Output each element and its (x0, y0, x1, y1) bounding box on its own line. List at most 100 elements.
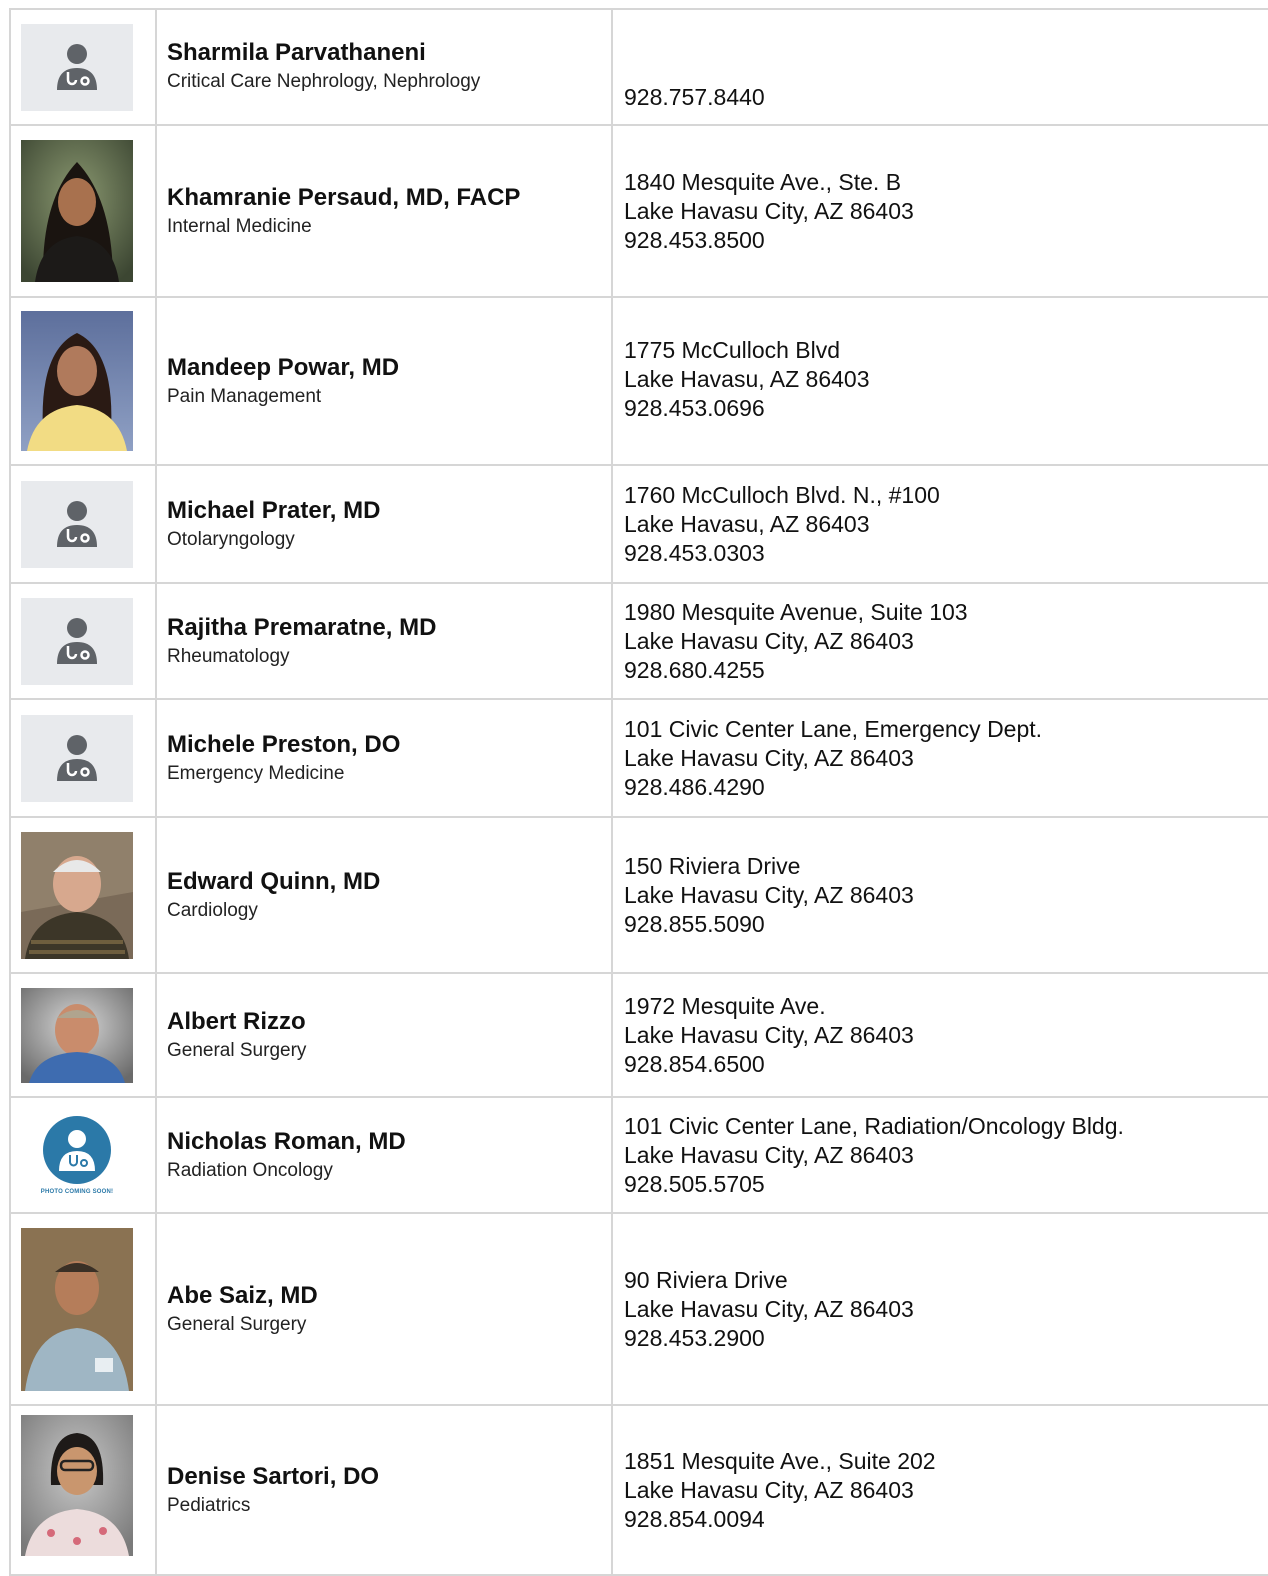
phone-number[interactable]: 928.680.4255 (624, 656, 1268, 685)
photo-cell: PHOTO COMING SOON! (9, 1096, 157, 1214)
city-line: Lake Havasu City, AZ 86403 (624, 627, 914, 654)
address-line: 101 Civic Center Lane, Emergency Dept. (624, 715, 1043, 742)
name-cell: Albert Rizzo General Surgery (155, 972, 613, 1098)
phone-number[interactable]: 928.453.0696 (624, 394, 1268, 423)
doctor-name[interactable]: Khamranie Persaud, MD, FACP (167, 183, 611, 213)
table-row: Michele Preston, DO Emergency Medicine 1… (9, 698, 1268, 818)
table-row: Edward Quinn, MD Cardiology 150 Riviera … (9, 816, 1268, 974)
name-cell: Michael Prater, MD Otolaryngology (155, 464, 613, 584)
doctor-name[interactable]: Edward Quinn, MD (167, 867, 611, 897)
name-cell: Nicholas Roman, MD Radiation Oncology (155, 1096, 613, 1214)
table-row: Rajitha Premaratne, MD Rheumatology 1980… (9, 582, 1268, 700)
doctor-specialty: Rheumatology (167, 646, 290, 667)
phone-number[interactable]: 928.453.2900 (624, 1324, 1268, 1353)
doctor-specialty: Pediatrics (167, 1495, 251, 1516)
photo-cell (9, 464, 157, 584)
city-line: Lake Havasu City, AZ 86403 (624, 1141, 914, 1168)
photo-cell (9, 124, 157, 298)
address-line: 1840 Mesquite Ave., Ste. B (624, 168, 902, 195)
doctor-photo (21, 987, 133, 1083)
photo-cell (9, 1404, 157, 1576)
address-cell: 1775 McCulloch Blvd Lake Havasu, AZ 8640… (611, 296, 1268, 466)
phone-number[interactable]: 928.855.5090 (624, 910, 1268, 939)
name-cell: Mandeep Powar, MD Pain Management (155, 296, 613, 466)
name-cell: Sharmila Parvathaneni Critical Care Neph… (155, 8, 613, 126)
doctor-photo (21, 1227, 133, 1391)
doctor-name[interactable]: Nicholas Roman, MD (167, 1127, 611, 1157)
doctor-name[interactable]: Mandeep Powar, MD (167, 353, 611, 383)
phone-number[interactable]: 928.505.5705 (624, 1170, 1268, 1199)
doctor-name[interactable]: Denise Sartori, DO (167, 1462, 611, 1492)
table-row: Abe Saiz, MD General Surgery 90 Riviera … (9, 1212, 1268, 1406)
photo-cell (9, 816, 157, 974)
doctor-name[interactable]: Albert Rizzo (167, 1007, 611, 1037)
phone-number[interactable]: 928.486.4290 (624, 773, 1268, 802)
photo-coming-soon-caption: PHOTO COMING SOON! (40, 1189, 114, 1195)
address-line: 101 Civic Center Lane, Radiation/Oncolog… (624, 1112, 1124, 1139)
address-cell: 101 Civic Center Lane, Emergency Dept. L… (611, 698, 1268, 818)
address-cell: 150 Riviera Drive Lake Havasu City, AZ 8… (611, 816, 1268, 974)
photo-cell (9, 698, 157, 818)
doctor-name[interactable]: Sharmila Parvathaneni (167, 38, 611, 68)
address-line: 1775 McCulloch Blvd (624, 337, 841, 363)
photo-cell (9, 296, 157, 466)
address-line: 1760 McCulloch Blvd. N., #100 (624, 481, 940, 508)
name-cell: Edward Quinn, MD Cardiology (155, 816, 613, 974)
provider-directory-table: Sharmila Parvathaneni Critical Care Neph… (9, 8, 1268, 1576)
doctor-specialty: General Surgery (167, 1314, 307, 1335)
name-cell: Abe Saiz, MD General Surgery (155, 1212, 613, 1406)
city-line: Lake Havasu City, AZ 86403 (624, 1021, 914, 1048)
doctor-specialty: Critical Care Nephrology, Nephrology (167, 71, 481, 92)
address-cell: 1760 McCulloch Blvd. N., #100 Lake Havas… (611, 464, 1268, 584)
phone-number[interactable]: 928.453.0303 (624, 539, 1268, 568)
city-line: Lake Havasu City, AZ 86403 (624, 197, 914, 224)
doctor-placeholder-icon (21, 23, 133, 111)
phone-number[interactable]: 928.453.8500 (624, 226, 1268, 255)
city-line: Lake Havasu City, AZ 86403 (624, 1295, 914, 1322)
phone-number[interactable]: 928.854.0094 (624, 1505, 1268, 1534)
photo-cell (9, 582, 157, 700)
city-line: Lake Havasu, AZ 86403 (624, 510, 870, 537)
photo-cell (9, 972, 157, 1098)
name-cell: Khamranie Persaud, MD, FACP Internal Med… (155, 124, 613, 298)
address-line: 90 Riviera Drive (624, 1266, 788, 1293)
doctor-placeholder-icon (21, 480, 133, 568)
doctor-photo (21, 831, 133, 959)
address-line: 1980 Mesquite Avenue, Suite 103 (624, 598, 968, 625)
address-line: 150 Riviera Drive (624, 852, 801, 879)
doctor-name[interactable]: Rajitha Premaratne, MD (167, 613, 611, 643)
city-line: Lake Havasu City, AZ 86403 (624, 1476, 914, 1503)
doctor-specialty: Radiation Oncology (167, 1160, 333, 1181)
photo-coming-soon: PHOTO COMING SOON! (21, 1109, 133, 1201)
doctor-coming-soon-icon (43, 1116, 111, 1184)
address-cell: 1840 Mesquite Ave., Ste. B Lake Havasu C… (611, 124, 1268, 298)
city-line: Lake Havasu, AZ 86403 (624, 366, 870, 392)
name-cell: Michele Preston, DO Emergency Medicine (155, 698, 613, 818)
address-cell: 1980 Mesquite Avenue, Suite 103 Lake Hav… (611, 582, 1268, 700)
phone-number[interactable]: 928.757.8440 (624, 83, 1268, 112)
table-row: Denise Sartori, DO Pediatrics 1851 Mesqu… (9, 1404, 1268, 1576)
doctor-specialty: Otolaryngology (167, 529, 295, 550)
doctor-placeholder-icon (21, 714, 133, 802)
doctor-name[interactable]: Michael Prater, MD (167, 496, 611, 526)
doctor-photo (21, 140, 133, 282)
doctor-name[interactable]: Michele Preston, DO (167, 730, 611, 760)
doctor-photo (21, 1415, 133, 1556)
doctor-specialty: Cardiology (167, 900, 258, 921)
name-cell: Rajitha Premaratne, MD Rheumatology (155, 582, 613, 700)
doctor-specialty: Pain Management (167, 386, 322, 407)
phone-number[interactable]: 928.854.6500 (624, 1050, 1268, 1079)
address-cell: 101 Civic Center Lane, Radiation/Oncolog… (611, 1096, 1268, 1214)
table-row: Khamranie Persaud, MD, FACP Internal Med… (9, 124, 1268, 298)
city-line: Lake Havasu City, AZ 86403 (624, 744, 914, 771)
doctor-name[interactable]: Abe Saiz, MD (167, 1281, 611, 1311)
doctor-specialty: Emergency Medicine (167, 763, 345, 784)
photo-cell (9, 1212, 157, 1406)
doctor-specialty: General Surgery (167, 1040, 307, 1061)
city-line: Lake Havasu City, AZ 86403 (624, 881, 914, 908)
table-row: Mandeep Powar, MD Pain Management 1775 M… (9, 296, 1268, 466)
address-cell: 1972 Mesquite Ave. Lake Havasu City, AZ … (611, 972, 1268, 1098)
doctor-photo (21, 311, 133, 451)
doctor-placeholder-icon (21, 597, 133, 685)
table-row: PHOTO COMING SOON! Nicholas Roman, MD Ra… (9, 1096, 1268, 1214)
